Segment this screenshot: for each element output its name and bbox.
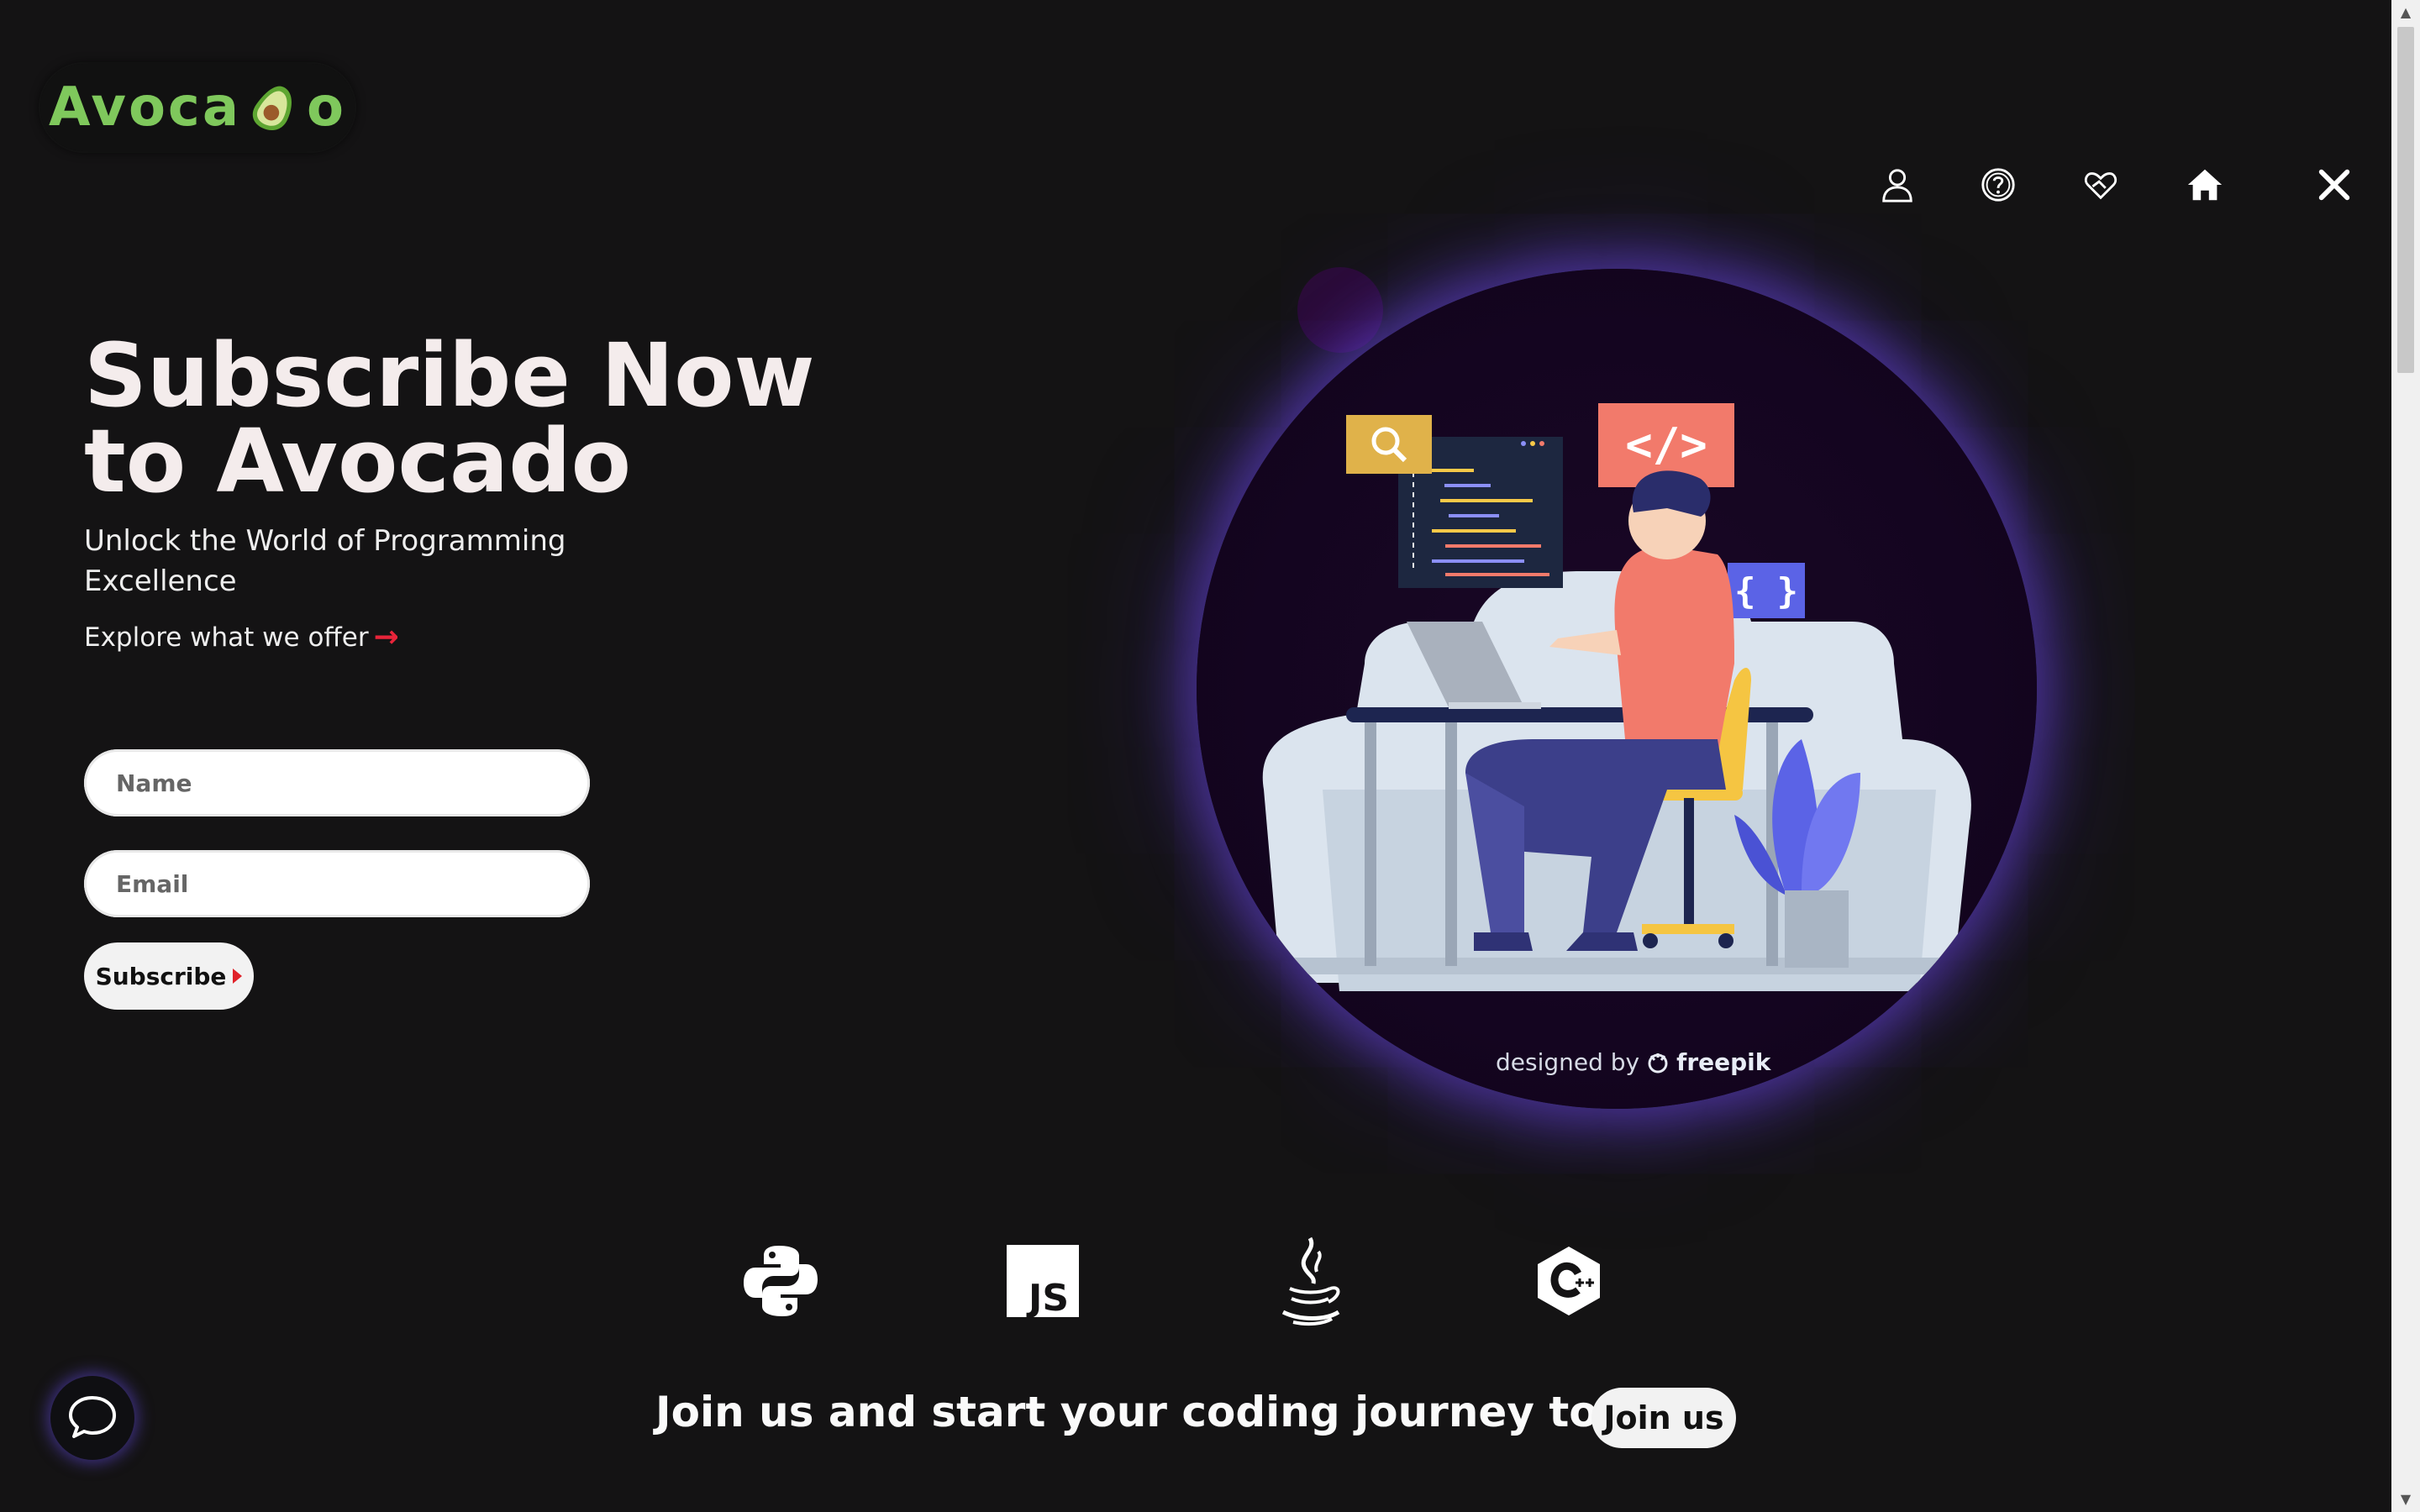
decorative-moon: [1297, 267, 1383, 353]
email-input[interactable]: [84, 850, 590, 917]
page-title: Subscribe Now to Avocado: [84, 332, 924, 505]
close-icon: [2318, 169, 2350, 201]
nav-account-button[interactable]: [1872, 160, 1923, 210]
home-icon: [2187, 169, 2223, 201]
developer-illustration: </> { }: [1262, 403, 1971, 991]
avocado-icon: [252, 86, 292, 130]
play-arrow-icon: [233, 969, 243, 984]
chat-button[interactable]: [50, 1376, 134, 1460]
subscribe-button-label: Subscribe: [95, 962, 227, 990]
explore-link[interactable]: Explore what we offer →: [84, 620, 399, 654]
arrow-right-icon: →: [373, 620, 399, 654]
credit-prefix: designed by: [1496, 1048, 1640, 1076]
nav-donate-button[interactable]: [2075, 160, 2126, 210]
title-line-2: to Avocado: [84, 410, 632, 512]
brand-logo[interactable]: Avoca o: [40, 64, 355, 151]
nav-home-button[interactable]: [2180, 160, 2230, 210]
java-link[interactable]: [1262, 1235, 1355, 1327]
python-link[interactable]: [734, 1235, 827, 1327]
handshake-heart-icon: [2084, 172, 2118, 200]
subscribe-button[interactable]: Subscribe: [84, 942, 254, 1010]
help-icon: [1981, 168, 2015, 202]
hero-subtitle: Unlock the World of Programming Excellen…: [84, 524, 566, 598]
join-us-button[interactable]: Join us: [1591, 1388, 1736, 1448]
close-menu-button[interactable]: [2309, 160, 2360, 210]
code-badge-text: </>: [1625, 418, 1707, 471]
credit-brand: freepik: [1676, 1048, 1771, 1076]
illustration-circle: </> { }: [1197, 269, 2037, 1109]
logo-text-start: Avoca: [48, 76, 242, 139]
cplusplus-icon: [1538, 1247, 1600, 1315]
nav-help-button[interactable]: [1973, 160, 2023, 210]
scroll-up-arrow[interactable]: ▲: [2397, 3, 2414, 22]
freepik-credit[interactable]: designed by freepik: [1496, 1048, 1770, 1076]
chat-bubble-icon: [69, 1396, 116, 1438]
scroll-down-arrow[interactable]: ▼: [2397, 1490, 2414, 1509]
js-badge-text: JS: [1026, 1277, 1069, 1319]
explore-link-label: Explore what we offer: [84, 622, 369, 653]
java-icon: [1281, 1236, 1340, 1326]
javascript-link[interactable]: JS: [997, 1235, 1089, 1327]
user-icon: [1882, 169, 1912, 202]
name-input[interactable]: [84, 749, 590, 816]
scrollbar-thumb[interactable]: [2397, 27, 2414, 373]
cta-text: Join us and start your coding journey to…: [655, 1388, 1695, 1436]
braces-badge-text: { }: [1734, 570, 1798, 612]
python-icon: [744, 1246, 818, 1316]
cplusplus-link[interactable]: [1523, 1235, 1615, 1327]
freepik-logo-icon: [1648, 1053, 1668, 1073]
logo-text-end: o: [307, 76, 347, 139]
javascript-icon: JS: [1007, 1245, 1079, 1319]
